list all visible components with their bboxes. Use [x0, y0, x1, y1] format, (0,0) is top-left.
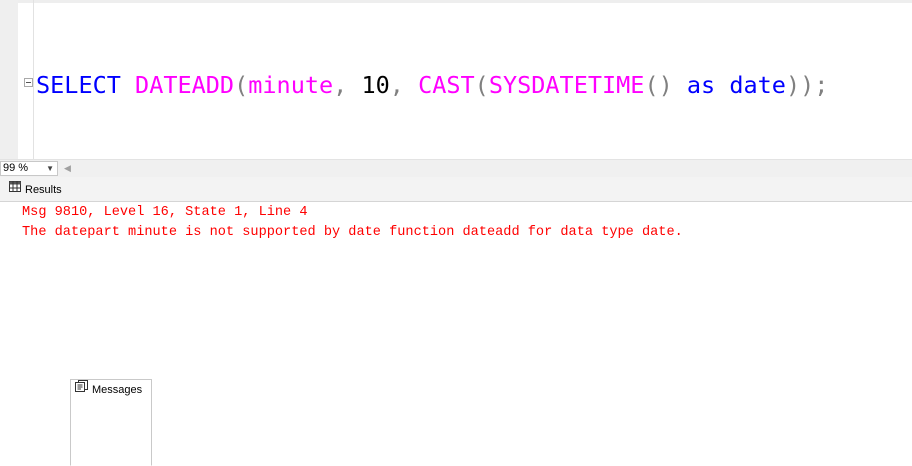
code-line[interactable]: SELECT DATEADD(minute, 10, CAST(SYSDATET… [36, 68, 828, 102]
results-tab-strip: Results Messages [0, 177, 912, 466]
tab-results-label: Results [25, 184, 62, 196]
function-dateadd: DATEADD [135, 71, 235, 99]
keyword-as: as [686, 71, 716, 99]
editor-status-bar: 99 % ▼ ◀ [0, 159, 912, 177]
outline-collapse-icon[interactable] [24, 78, 33, 87]
editor-top-border [0, 0, 912, 3]
comma: , [389, 71, 404, 99]
tab-results[interactable]: Results [5, 180, 68, 202]
empty-parens: () [644, 71, 673, 99]
editor-gutter-line [33, 0, 34, 159]
tab-messages[interactable]: Messages [70, 379, 152, 466]
editor-selection-margin [0, 0, 18, 159]
tab-messages-label: Messages [92, 384, 143, 396]
datepart-minute: minute [248, 71, 334, 99]
error-message-text: The datepart minute is not supported by … [22, 225, 683, 240]
number-literal: 10 [361, 71, 390, 99]
open-paren: ( [234, 71, 249, 99]
function-sysdatetime: SYSDATETIME [488, 71, 645, 99]
close-parens: )); [785, 71, 829, 99]
messages-icon [75, 379, 88, 399]
error-message-header: Msg 9810, Level 16, State 1, Line 4 [22, 205, 308, 220]
messages-pane[interactable]: Msg 9810, Level 16, State 1, Line 4 The … [0, 202, 912, 289]
zoom-value: 99 % [3, 162, 29, 174]
query-editor[interactable]: SELECT DATEADD(minute, 10, CAST(SYSDATET… [0, 0, 912, 159]
chevron-down-icon[interactable]: ▼ [46, 162, 54, 175]
comma: , [333, 71, 348, 99]
type-date: date [729, 71, 786, 99]
zoom-dropdown[interactable]: 99 % ▼ [0, 161, 58, 176]
grid-icon [9, 179, 21, 199]
open-paren: ( [474, 71, 489, 99]
keyword-select: SELECT [36, 71, 121, 99]
scroll-left-icon[interactable]: ◀ [64, 163, 71, 174]
function-cast: CAST [418, 71, 475, 99]
